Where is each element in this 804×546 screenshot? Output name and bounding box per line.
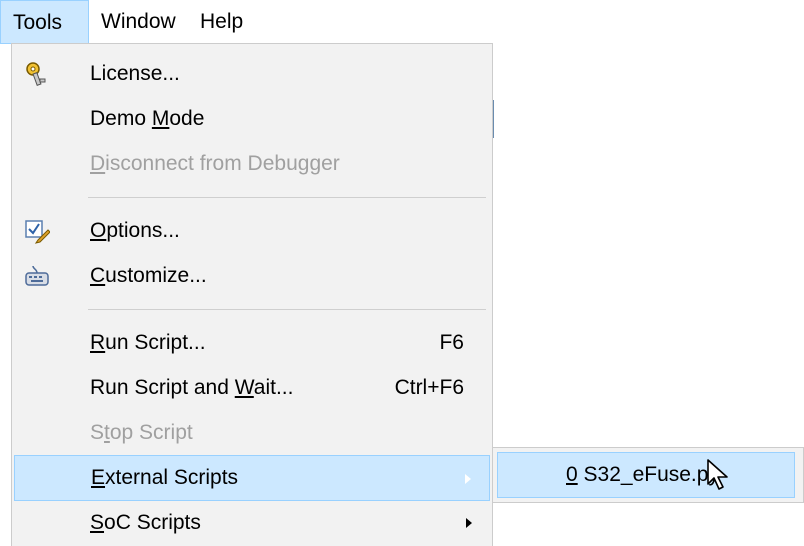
menubar-window[interactable]: Window [89, 0, 188, 44]
mouse-cursor-icon [707, 459, 728, 490]
menu-item-stop-script-label: Stop Script [90, 421, 193, 444]
menu-bar: Tools Window Help [0, 0, 804, 44]
menu-separator [88, 197, 486, 198]
menu-item-options-label: Options... [90, 219, 180, 242]
keyboard-icon [25, 265, 49, 286]
menu-item-soc-scripts-label: SoC Scripts [90, 511, 201, 534]
menu-item-run-script[interactable]: Run Script... F6 [14, 320, 490, 366]
menu-item-external-scripts-label: External Scripts [91, 466, 239, 489]
menu-item-disconnect-debugger[interactable]: Disconnect from Debugger [14, 141, 490, 187]
menu-item-customize[interactable]: Customize... [14, 253, 490, 299]
tools-menu: License... Demo Mode Disconnect from Deb… [11, 43, 493, 546]
menu-item-disconnect-label: Disconnect from Debugger [90, 152, 340, 175]
menu-item-run-script-wait-label: Run Script and Wait... [90, 376, 294, 399]
menu-item-options[interactable]: Options... [14, 208, 490, 254]
menu-item-license[interactable]: License... [14, 51, 490, 97]
menu-item-license-label: License... [90, 62, 180, 85]
menubar-window-label: Window [101, 10, 176, 33]
menubar-help-label: Help [200, 10, 244, 33]
shortcut-ctrl-f6: Ctrl+F6 [394, 376, 464, 399]
checklist-pencil-icon [25, 220, 50, 244]
submenu-arrow-icon [465, 474, 471, 484]
menubar-tools-label: Tools [13, 11, 63, 34]
menubar-help[interactable]: Help [188, 0, 255, 44]
menubar-tools[interactable]: Tools [0, 0, 89, 44]
menu-item-stop-script[interactable]: Stop Script [14, 410, 490, 456]
menu-item-demo-mode-label: Demo Mode [90, 107, 205, 130]
menu-separator [88, 309, 486, 310]
external-scripts-submenu: 0 S32_eFuse.py [492, 447, 804, 503]
menu-item-external-scripts[interactable]: External Scripts [14, 455, 490, 501]
menu-item-soc-scripts[interactable]: SoC Scripts [14, 500, 490, 546]
submenu-item-s32-efuse-label: 0 S32_eFuse.py [566, 463, 719, 486]
submenu-arrow-icon [466, 518, 472, 528]
shortcut-f6: F6 [439, 331, 464, 354]
menu-item-run-script-and-wait[interactable]: Run Script and Wait... Ctrl+F6 [14, 365, 490, 411]
submenu-item-s32-efuse[interactable]: 0 S32_eFuse.py [497, 452, 795, 498]
menu-item-demo-mode[interactable]: Demo Mode [14, 96, 490, 142]
key-icon [26, 62, 46, 86]
menu-item-customize-label: Customize... [90, 264, 207, 287]
menu-item-run-script-label: Run Script... [90, 331, 206, 354]
